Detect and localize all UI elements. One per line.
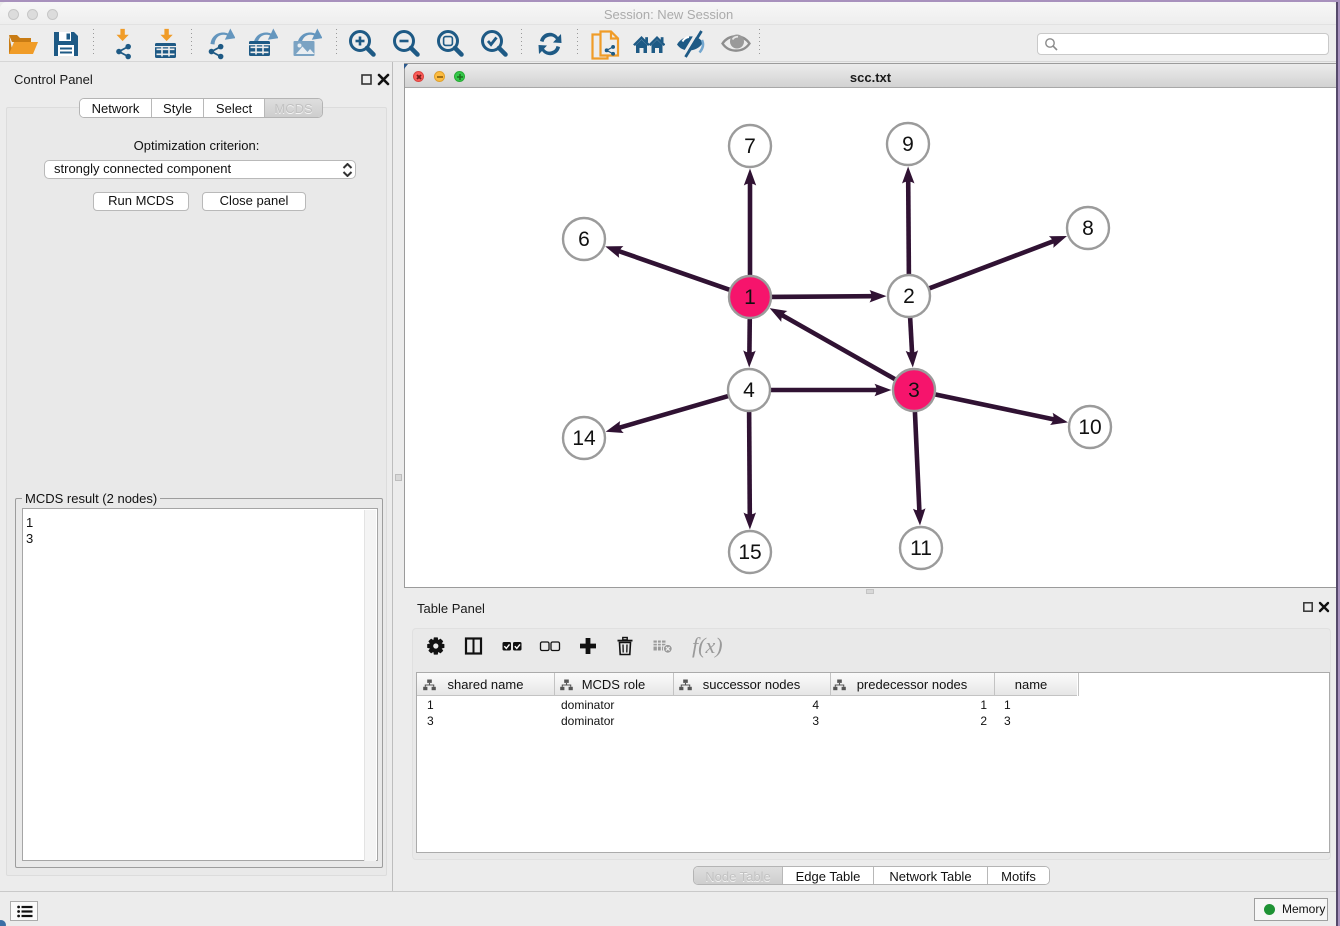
svg-text:11: 11 bbox=[910, 537, 932, 560]
svg-text:3: 3 bbox=[908, 379, 920, 402]
svg-text:14: 14 bbox=[572, 427, 596, 450]
svg-text:4: 4 bbox=[743, 379, 755, 402]
svg-text:1: 1 bbox=[744, 286, 756, 309]
svg-text:2: 2 bbox=[903, 285, 915, 308]
svg-text:6: 6 bbox=[578, 228, 590, 251]
svg-text:10: 10 bbox=[1078, 416, 1101, 439]
svg-text:9: 9 bbox=[902, 133, 914, 156]
svg-text:8: 8 bbox=[1082, 217, 1094, 240]
svg-text:7: 7 bbox=[744, 135, 756, 158]
svg-text:15: 15 bbox=[738, 541, 761, 564]
